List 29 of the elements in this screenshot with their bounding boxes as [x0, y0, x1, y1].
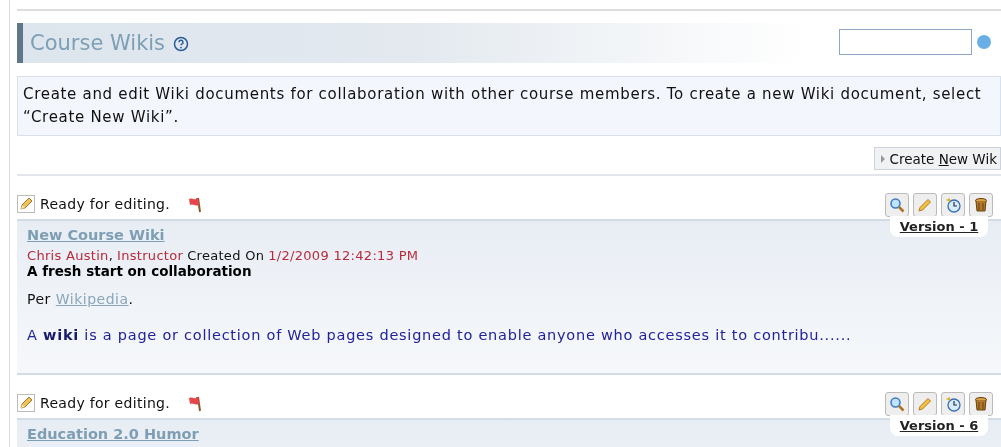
pencil-icon[interactable] — [913, 193, 937, 217]
help-icon — [173, 35, 190, 52]
page-title: Course Wikis — [30, 31, 166, 55]
barrel-icon[interactable] — [969, 193, 993, 217]
create-new-wiki-button[interactable]: Create New Wik — [874, 147, 1001, 170]
role-text: Instructor — [117, 248, 184, 263]
pencil-icon — [17, 394, 35, 412]
clock-icon[interactable] — [941, 392, 965, 416]
status-text: Ready for editing. — [40, 196, 170, 212]
version-link[interactable]: Version - 1 — [899, 219, 979, 234]
created-label: Created On — [187, 248, 265, 263]
intro-text: Per Wikipedia. — [27, 291, 135, 307]
pencil-icon — [17, 195, 35, 213]
wiki-subtitle: A fresh start on collaboration — [27, 263, 253, 279]
barrel-icon[interactable] — [969, 392, 993, 416]
search-field[interactable] — [839, 29, 972, 55]
wiki-excerpt: A wiki is a page or collection of Web pages designed to enable anyone who accesses it to contribu...... — [27, 327, 853, 343]
triangle-icon — [881, 154, 886, 163]
status-text: Ready for editing. — [40, 395, 170, 411]
created-date: 1/2/2009 12:42:13 PM — [268, 248, 419, 263]
description-text: Create and edit Wiki documents for collaboration with other course members. To create a new Wiki document, select “Create New Wiki”. — [17, 76, 1001, 136]
pencil-icon[interactable] — [913, 392, 937, 416]
clock-icon[interactable] — [941, 193, 965, 217]
magnifier-icon[interactable] — [885, 392, 909, 416]
separator: , — [108, 248, 114, 263]
magnifier-icon[interactable] — [885, 193, 909, 217]
author-name: Chris Austin — [27, 248, 109, 263]
search-icon[interactable] — [977, 35, 991, 49]
version-link[interactable]: Version - 6 — [899, 418, 979, 433]
